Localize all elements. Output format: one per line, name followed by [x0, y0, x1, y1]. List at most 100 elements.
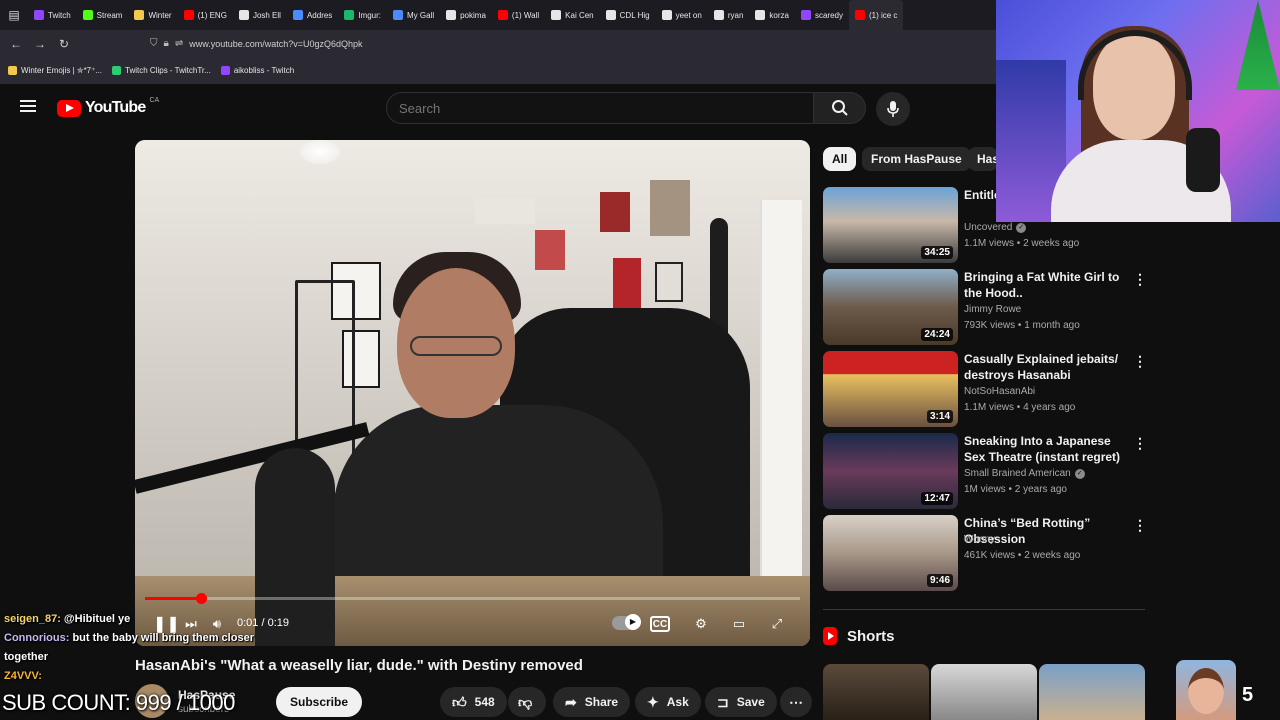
video-player[interactable]: [135, 140, 810, 646]
browser-tab[interactable]: Josh Ell: [233, 0, 287, 30]
browser-tab[interactable]: Imgur:: [338, 0, 387, 30]
like-button[interactable]: 👍︎ 548: [440, 687, 507, 717]
recommendation-channel[interactable]: Jimmy Rowe: [964, 304, 1021, 315]
duration-badge: 9:46: [926, 574, 953, 587]
back-icon[interactable]: ←: [4, 37, 28, 51]
recommendation-channel[interactable]: Uncovered ✓: [964, 222, 1027, 233]
video-thumbnail[interactable]: 3:14: [823, 351, 958, 427]
chip-related[interactable]: Has: [968, 147, 998, 171]
more-actions-button[interactable]: ⋯: [780, 687, 812, 717]
search-box[interactable]: [386, 92, 814, 124]
more-vertical-icon[interactable]: ⋮: [1133, 517, 1147, 534]
tab-favicon-icon: [497, 10, 508, 20]
permissions-icon[interactable]: ⇌: [175, 38, 183, 49]
browser-tab[interactable]: Twitch: [28, 0, 77, 30]
save-button[interactable]: ⊐ Save: [705, 687, 777, 717]
tab-favicon-icon: [392, 10, 403, 20]
recommendation-meta: 793K views • 1 month ago: [964, 320, 1080, 331]
browser-tab[interactable]: scaredy: [795, 0, 849, 30]
video-thumbnail[interactable]: 9:46: [823, 515, 958, 591]
video-thumbnail[interactable]: 12:47: [823, 433, 958, 509]
browser-tab[interactable]: CDL Hig: [600, 0, 656, 30]
browser-tab[interactable]: (1) ENG: [178, 0, 233, 30]
address-bar[interactable]: ⛉ 🔒︎ ⇌ www.youtube.com/watch?v=U0gzQ6dQh…: [150, 33, 980, 54]
video-thumbnail[interactable]: 34:25: [823, 187, 958, 263]
bookmark-twitch-clips[interactable]: Twitch Clips - TwitchTr...: [112, 66, 211, 75]
recommendation-item[interactable]: 9:46 China’s “Bed Rotting” Obsession Won…: [823, 515, 1148, 591]
more-horizontal-icon: ⋯: [789, 693, 803, 710]
recommendation-title[interactable]: Bringing a Fat White Girl to the Hood..: [964, 269, 1134, 301]
browser-tab[interactable]: korza: [749, 0, 795, 30]
browser-tab[interactable]: My Gall: [387, 0, 440, 30]
recommendation-title[interactable]: Casually Explained jebaits/ destroys Has…: [964, 351, 1134, 383]
reload-icon[interactable]: ↻: [52, 37, 76, 51]
tab-favicon-icon: [854, 10, 865, 20]
more-vertical-icon[interactable]: ⋮: [1133, 271, 1147, 288]
bookmark-aikobliss[interactable]: aikobliss - Twitch: [220, 66, 294, 75]
progress-bar[interactable]: [145, 597, 800, 600]
subscribe-button[interactable]: Subscribe: [276, 687, 363, 717]
recommendation-meta: 1.1M views • 2 weeks ago: [964, 238, 1080, 249]
verified-icon: ✓: [1016, 222, 1027, 233]
video-thumbnail[interactable]: 24:24: [823, 269, 958, 345]
tab-list-icon[interactable]: ▤: [0, 0, 28, 30]
url-text[interactable]: www.youtube.com/watch?v=U0gzQ6dQhpk: [189, 39, 362, 49]
recommendation-item[interactable]: 24:24 Bringing a Fat White Girl to the H…: [823, 269, 1148, 345]
recommendation-channel[interactable]: NotSoHasanAbi: [964, 386, 1035, 397]
search-button[interactable]: [814, 92, 866, 124]
share-button[interactable]: ➦ Share: [553, 687, 631, 717]
short-thumbnail[interactable]: [1039, 664, 1145, 720]
stream-chat-overlay: seigen_87: @Hibituel ye Connorious: but …: [4, 610, 264, 686]
more-vertical-icon[interactable]: ⋮: [1133, 353, 1147, 370]
share-icon: ➦: [565, 693, 577, 710]
tab-favicon-icon: [755, 10, 766, 20]
youtube-play-icon: [57, 99, 81, 117]
scrubber-handle[interactable]: [196, 593, 207, 604]
search-input[interactable]: [387, 93, 813, 123]
recommendation-channel[interactable]: Small Brained American ✓: [964, 468, 1085, 479]
verified-icon: ✓: [1074, 468, 1085, 479]
recommendation-item[interactable]: 12:47 Sneaking Into a Japanese Sex Theat…: [823, 433, 1148, 509]
fullscreen-icon[interactable]: ⤢: [765, 612, 789, 636]
more-vertical-icon[interactable]: ⋮: [1133, 435, 1147, 452]
short-thumbnail[interactable]: [823, 664, 929, 720]
browser-tab[interactable]: Addres: [287, 0, 338, 30]
lock-icon[interactable]: 🔒︎: [164, 38, 169, 49]
ask-button[interactable]: ✦ Ask: [635, 687, 701, 717]
browser-tab[interactable]: (1) ice c: [848, 0, 904, 30]
chip-all[interactable]: All: [823, 147, 857, 171]
overlay-counter: 5: [1242, 684, 1254, 706]
browser-tab-bar: ▤ Twitch Stream Winter (1) ENG Josh Ell Addre…: [0, 0, 1000, 30]
tab-favicon-icon: [446, 10, 457, 20]
short-thumbnail[interactable]: [931, 664, 1037, 720]
recommendation-item[interactable]: 3:14 Casually Explained jebaits/ destroy…: [823, 351, 1148, 427]
forward-icon[interactable]: →: [28, 37, 52, 51]
voice-search-button[interactable]: [876, 92, 910, 126]
browser-tab[interactable]: Stream: [77, 0, 129, 30]
chat-message: Connorious: but the baby will bring them…: [4, 632, 254, 663]
twitchtracker-icon: [112, 66, 122, 75]
tab-favicon-icon: [344, 10, 355, 20]
theater-mode-icon[interactable]: ▭: [727, 612, 751, 636]
captions-icon[interactable]: CC: [650, 616, 670, 632]
autoplay-toggle[interactable]: [612, 614, 641, 630]
recommendation-channel[interactable]: Wonny: [964, 534, 995, 545]
bookmark-icon: ⊐: [717, 693, 729, 710]
browser-tab[interactable]: ryan: [708, 0, 750, 30]
browser-tab[interactable]: Kai Cen: [545, 0, 599, 30]
youtube-logo[interactable]: YouTube CA: [57, 97, 159, 117]
recommendation-title[interactable]: Sneaking Into a Japanese Sex Theatre (in…: [964, 433, 1134, 465]
settings-icon[interactable]: ⚙: [689, 612, 713, 636]
youtube-header: YouTube CA: [0, 86, 1000, 130]
browser-tab[interactable]: pokima: [440, 0, 492, 30]
menu-icon[interactable]: [20, 100, 36, 112]
recommendation-meta: 1.1M views • 4 years ago: [964, 402, 1076, 413]
browser-tab[interactable]: yeet on: [656, 0, 708, 30]
chip-from-channel[interactable]: From HasPause: [862, 147, 971, 171]
bookmark-winter-emojis[interactable]: Winter Emojis | ✮*7⁺...: [8, 66, 102, 75]
browser-tab[interactable]: Winter: [128, 0, 177, 30]
dislike-button[interactable]: 👎︎: [508, 687, 546, 717]
shield-icon[interactable]: ⛉: [150, 38, 158, 49]
tab-favicon-icon: [238, 10, 249, 20]
browser-tab[interactable]: (1) Wall: [492, 0, 545, 30]
